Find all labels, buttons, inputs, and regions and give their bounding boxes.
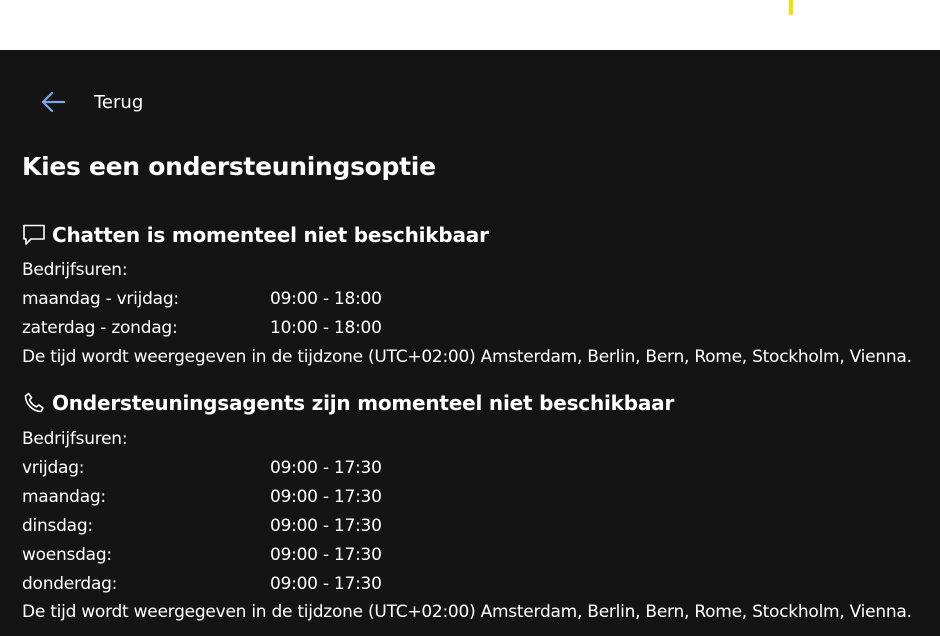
phone-hours-day: dinsdag: [22,516,93,536]
chat-hours-day: maandag - vrijdag: [22,289,179,309]
phone-hours-day: woensdag: [22,545,112,565]
phone-hours-row: donderdag: 09:00 - 17:30 [22,573,522,595]
page-title: Kies een ondersteuningsoptie [22,152,436,181]
phone-hours-day: vrijdag: [22,458,85,478]
phone-timezone-note: De tijd wordt weergegeven in de tijdzone… [22,602,912,622]
phone-hours-time: 09:00 - 17:30 [270,458,382,478]
chat-section-header: Chatten is momenteel niet beschikbaar [22,220,489,250]
phone-hours-label: Bedrijfsuren: [22,429,128,449]
chat-bubble-icon [23,224,45,245]
phone-hours-time: 09:00 - 17:30 [270,545,382,565]
phone-icon [24,392,44,413]
chat-hours-row: zaterdag - zondag: 10:00 - 18:00 [22,317,522,339]
chat-hours-label: Bedrijfsuren: [22,260,128,280]
chat-hours-day: zaterdag - zondag: [22,318,178,338]
arrow-left-icon [41,91,66,113]
phone-section-header: Ondersteuningsagents zijn momenteel niet… [22,388,674,418]
support-panel: Terug Kies een ondersteuningsoptie Chatt… [0,50,940,636]
phone-hours-day: donderdag: [22,574,118,594]
phone-hours-time: 09:00 - 17:30 [270,574,382,594]
phone-hours-row: dinsdag: 09:00 - 17:30 [22,515,522,537]
phone-hours-row: woensdag: 09:00 - 17:30 [22,544,522,566]
top-bar [0,0,940,50]
phone-hours-day: maandag: [22,487,106,507]
chat-hours-row: maandag - vrijdag: 09:00 - 18:00 [22,288,522,310]
chat-section-title: Chatten is momenteel niet beschikbaar [52,223,489,247]
phone-hours-row: vrijdag: 09:00 - 17:30 [22,457,522,479]
chat-hours-time: 10:00 - 18:00 [270,318,382,338]
back-button[interactable]: Terug [40,88,143,116]
top-bar-accent-mark [789,0,793,15]
phone-hours-row: maandag: 09:00 - 17:30 [22,486,522,508]
back-label: Terug [94,91,144,113]
phone-hours-time: 09:00 - 17:30 [270,487,382,507]
phone-hours-time: 09:00 - 17:30 [270,516,382,536]
chat-timezone-note: De tijd wordt weergegeven in de tijdzone… [22,347,912,367]
chat-hours-time: 09:00 - 18:00 [270,289,382,309]
phone-section-title: Ondersteuningsagents zijn momenteel niet… [52,391,675,415]
